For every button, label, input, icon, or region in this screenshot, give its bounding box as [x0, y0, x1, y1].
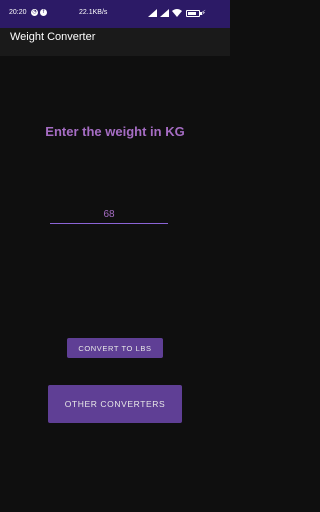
- convert-to-lbs-button[interactable]: CONVERT TO LBS: [67, 338, 163, 358]
- battery-icon: [186, 10, 202, 17]
- signal-icon: [148, 9, 157, 17]
- app-title: Weight Converter: [10, 31, 96, 43]
- notification-icon: f: [40, 9, 47, 16]
- battery-fill: [188, 12, 196, 15]
- charging-bolt-icon: ⚡: [201, 9, 206, 17]
- status-notification-icons: ◔ f: [31, 9, 47, 16]
- wifi-icon: [172, 9, 182, 17]
- other-converters-button[interactable]: OTHER CONVERTERS: [48, 385, 182, 423]
- status-time: 20:20: [9, 9, 27, 16]
- status-system-icons: [148, 9, 182, 17]
- status-bar: 20:20 ◔ f 22.1KB/s ⚡: [0, 0, 230, 28]
- notification-icon: ◔: [31, 9, 38, 16]
- network-speed: 22.1KB/s: [79, 9, 108, 16]
- signal-icon: [160, 9, 169, 17]
- weight-kg-input[interactable]: [50, 206, 168, 224]
- weight-prompt-heading: Enter the weight in KG: [45, 124, 185, 139]
